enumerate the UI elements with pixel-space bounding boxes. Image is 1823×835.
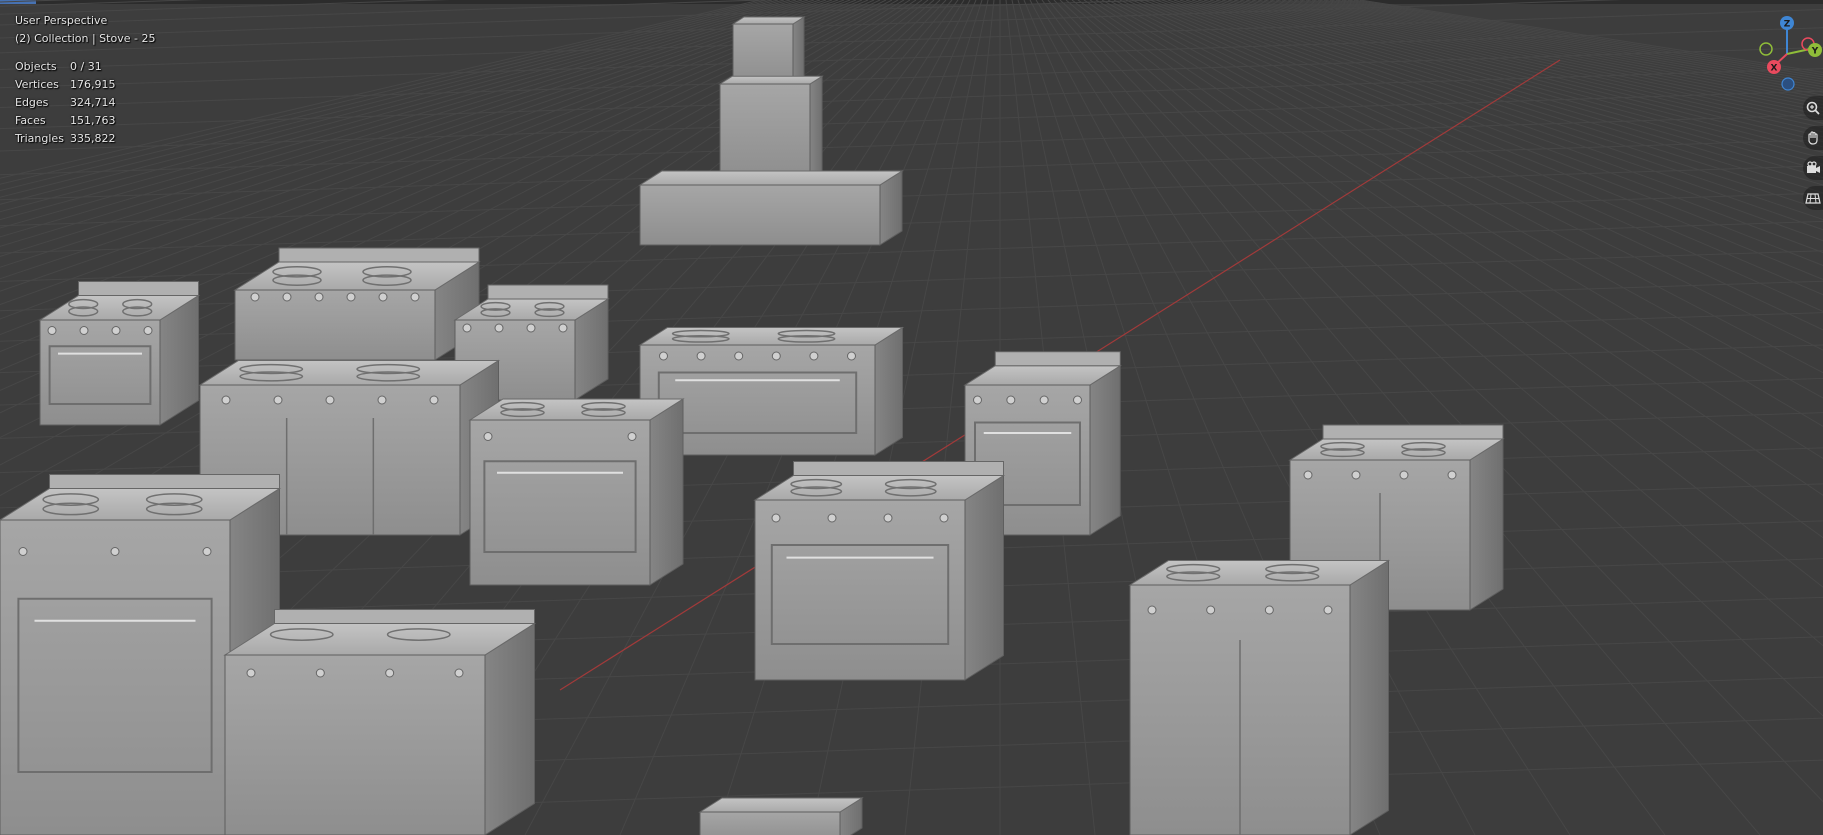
grid-icon — [1805, 193, 1821, 204]
zoom-icon — [1806, 101, 1820, 115]
gizmo-z-label: Z — [1784, 20, 1791, 30]
scene-render[interactable] — [0, 0, 1823, 835]
stove-bottom-partial[interactable] — [698, 797, 864, 835]
camera-view-button[interactable] — [1803, 156, 1823, 180]
stove-front-right[interactable] — [1128, 559, 1391, 835]
stove-wood-fired[interactable] — [468, 398, 685, 586]
range-hood[interactable] — [638, 170, 904, 246]
stove-back-left[interactable] — [38, 281, 201, 426]
stove-top-row-grill[interactable] — [233, 247, 481, 361]
gizmo-y-label: Y — [1811, 47, 1819, 57]
stove-front-center[interactable] — [223, 609, 537, 835]
camera-icon — [1807, 161, 1820, 173]
stat-vertices: Vertices 176,915 — [15, 78, 116, 91]
stove-cross-grates[interactable] — [753, 461, 1006, 681]
zoom-button[interactable] — [1803, 96, 1823, 120]
stat-objects: Objects 0 / 31 — [15, 60, 102, 73]
range-hood-chimney-lower[interactable] — [718, 75, 824, 180]
stat-edges: Edges 324,714 — [15, 96, 116, 109]
hand-icon — [1808, 131, 1818, 145]
collection-context: (2) Collection | Stove - 25 — [15, 32, 156, 45]
navigation-gizmo[interactable]: Z Y X — [1750, 14, 1823, 94]
pan-button[interactable] — [1803, 126, 1823, 150]
stat-triangles: Triangles 335,822 — [15, 132, 116, 145]
stat-faces: Faces 151,763 — [15, 114, 116, 127]
range-hood-chimney-upper[interactable] — [731, 16, 806, 85]
viewport-overlay-text: User Perspective (2) Collection | Stove … — [15, 12, 155, 148]
gizmo-neg-y[interactable] — [1759, 42, 1773, 56]
gizmo-neg-z[interactable] — [1781, 77, 1795, 91]
ortho-toggle-button[interactable] — [1803, 186, 1823, 210]
gizmo-x-label: X — [1771, 64, 1778, 74]
3d-viewport[interactable]: User Perspective (2) Collection | Stove … — [0, 0, 1823, 835]
view-name: User Perspective — [15, 14, 108, 27]
